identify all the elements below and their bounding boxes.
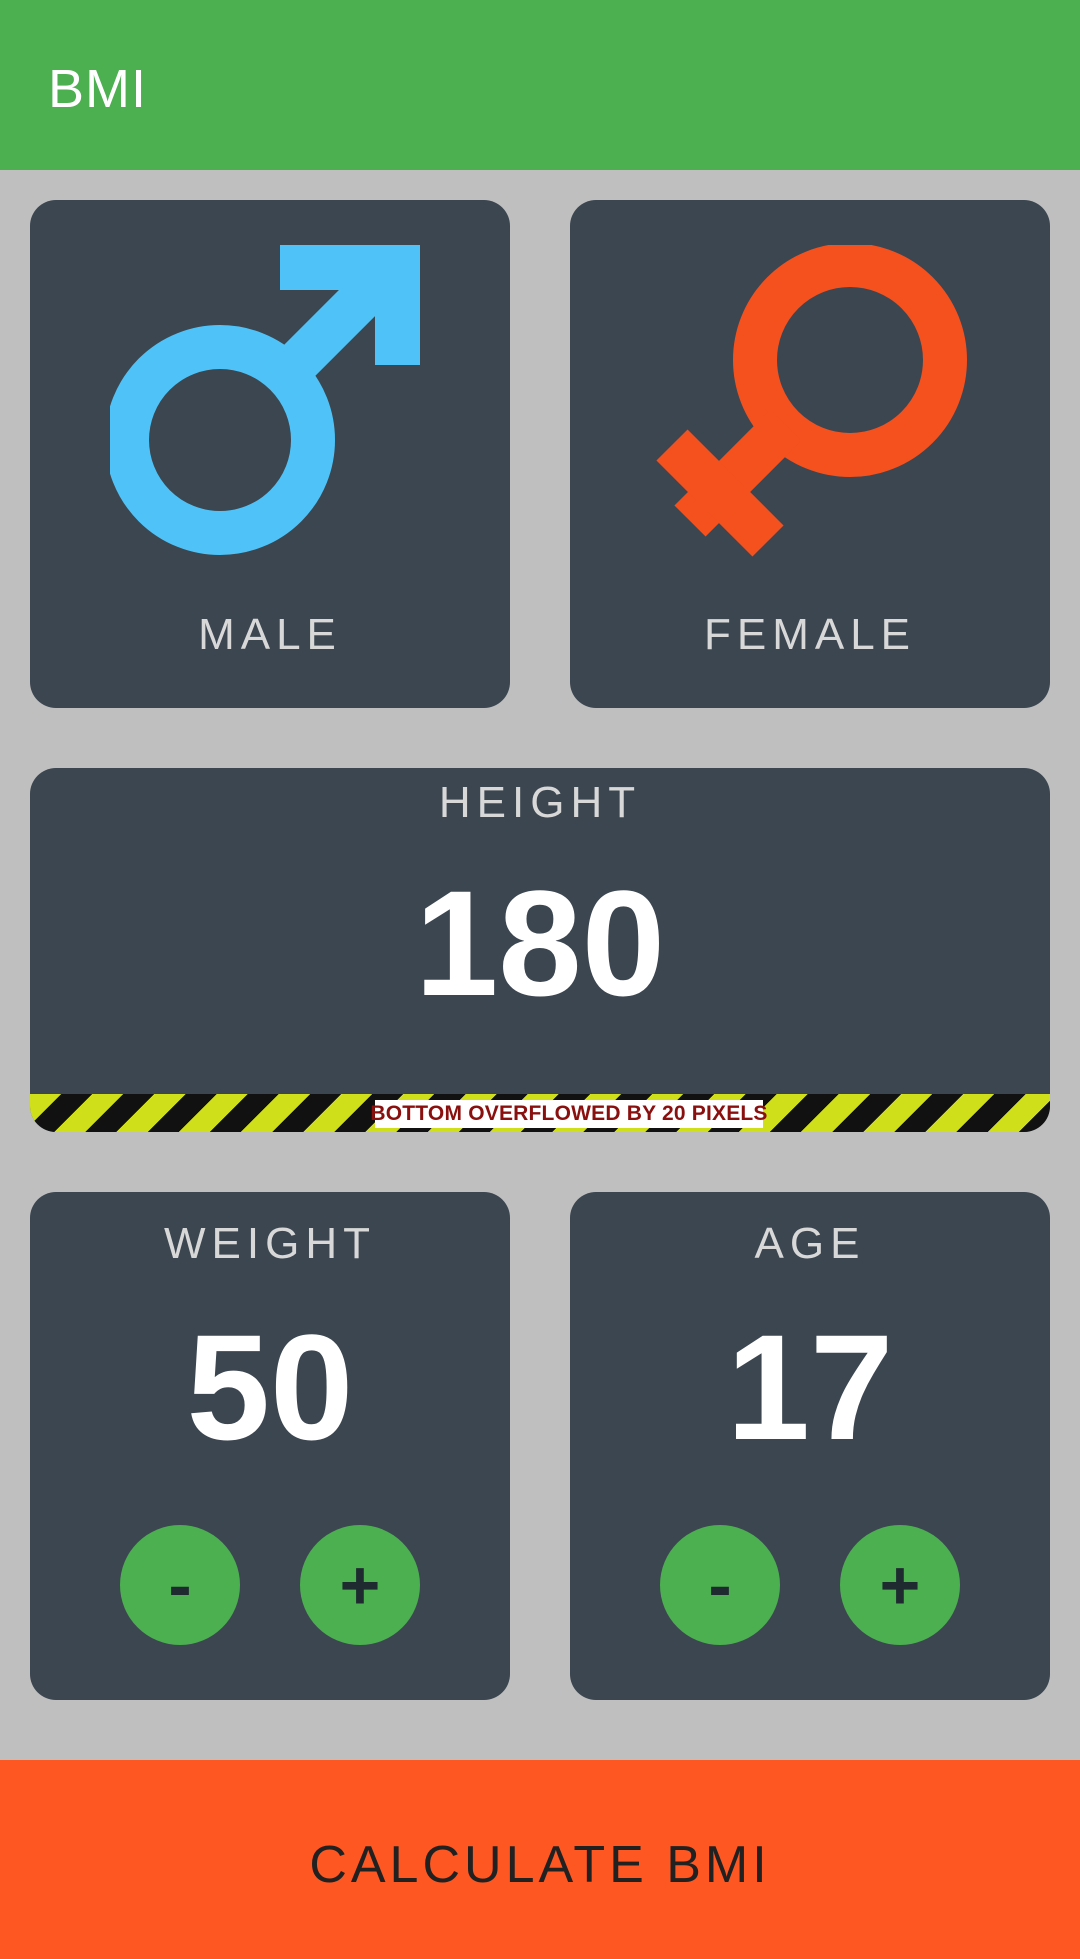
- overflow-warning-text: BOTTOM OVERFLOWED BY 20 PIXELS: [370, 1100, 767, 1128]
- age-card: AGE 17 - +: [570, 1192, 1050, 1700]
- male-label: MALE: [198, 610, 342, 659]
- calculate-bmi-button[interactable]: CALCULATE BMI: [0, 1760, 1080, 1959]
- age-increment-button[interactable]: +: [840, 1525, 960, 1645]
- app-title: BMI: [48, 59, 148, 119]
- weight-card: WEIGHT 50 - +: [30, 1192, 510, 1700]
- weight-increment-button[interactable]: +: [300, 1525, 420, 1645]
- male-icon: [110, 245, 420, 555]
- app-bar: BMI: [0, 0, 1080, 170]
- height-card: HEIGHT 180 BOTTOM OVERFLOWED BY 20 PIXEL…: [30, 768, 1050, 1132]
- weight-decrement-button[interactable]: -: [120, 1525, 240, 1645]
- age-decrement-button[interactable]: -: [660, 1525, 780, 1645]
- age-label: AGE: [754, 1219, 866, 1268]
- female-icon: [656, 245, 967, 557]
- female-label: FEMALE: [703, 610, 917, 659]
- age-value: 17: [726, 1303, 894, 1471]
- female-card[interactable]: FEMALE: [570, 200, 1050, 708]
- overflow-warning-bar: BOTTOM OVERFLOWED BY 20 PIXELS: [30, 1094, 1050, 1132]
- calculate-bmi-label: CALCULATE BMI: [309, 1836, 771, 1894]
- weight-label: WEIGHT: [164, 1219, 376, 1268]
- male-card[interactable]: MALE: [30, 200, 510, 708]
- height-label: HEIGHT: [438, 778, 642, 827]
- weight-value: 50: [186, 1303, 354, 1471]
- height-value: 180: [414, 859, 666, 1027]
